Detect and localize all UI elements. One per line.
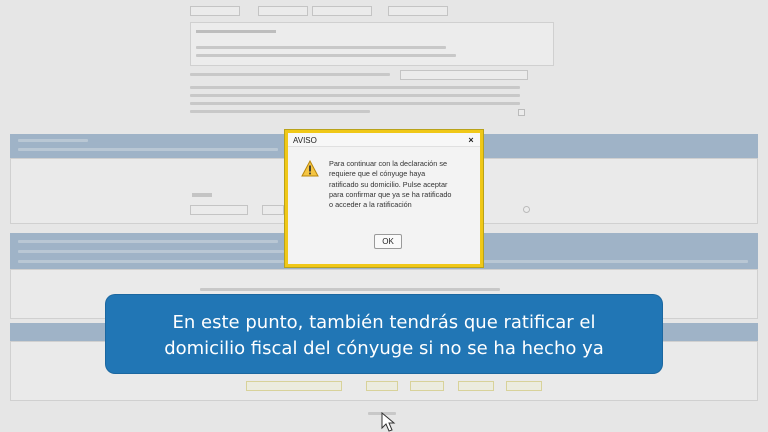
bg-input-5: [410, 381, 444, 391]
bg-input-2: [262, 205, 284, 215]
top-field-3: [312, 6, 372, 16]
message-line-1: Para continuar con la declaración se: [329, 159, 448, 168]
top-field-4: [388, 6, 448, 16]
message-line-4: para confirmar que ya se ha ratificado: [329, 189, 452, 199]
dialog-title-bar: AVISO ×: [288, 133, 480, 147]
ok-button[interactable]: OK: [374, 234, 402, 249]
caption-banner: En este punto, también tendrás que ratif…: [106, 295, 662, 373]
top-field-1: [190, 6, 240, 16]
spouse-authorization-box: [190, 22, 554, 66]
mouse-cursor-icon: [381, 412, 396, 432]
bg-input-1: [190, 205, 248, 215]
dialog-message: Para continuar con la declaración se req…: [329, 159, 479, 210]
warning-dialog: AVISO × Para continuar con la declaració…: [285, 130, 483, 267]
caption-line-2: domicilio fiscal del cónyuge si no se ha…: [164, 338, 604, 359]
spouse-dropdown: [400, 70, 528, 80]
caption-line-1: En este punto, también tendrás que ratif…: [172, 312, 596, 333]
background-checkbox-2: [523, 206, 530, 213]
message-line-5: o acceder a la ratificación: [329, 200, 412, 210]
bg-input-4: [366, 381, 398, 391]
message-line-2: requiere que el cónyuge haya: [329, 169, 426, 179]
bg-input-7: [506, 381, 542, 391]
warning-icon: [301, 160, 319, 177]
bg-input-3: [246, 381, 342, 391]
bg-input-6: [458, 381, 494, 391]
message-line-3: ratificado su domicilio. Pulse aceptar: [329, 179, 448, 189]
top-field-2: [258, 6, 308, 16]
close-button[interactable]: ×: [466, 135, 476, 145]
dialog-title: AVISO: [293, 136, 317, 145]
background-checkbox-1: [518, 109, 525, 116]
